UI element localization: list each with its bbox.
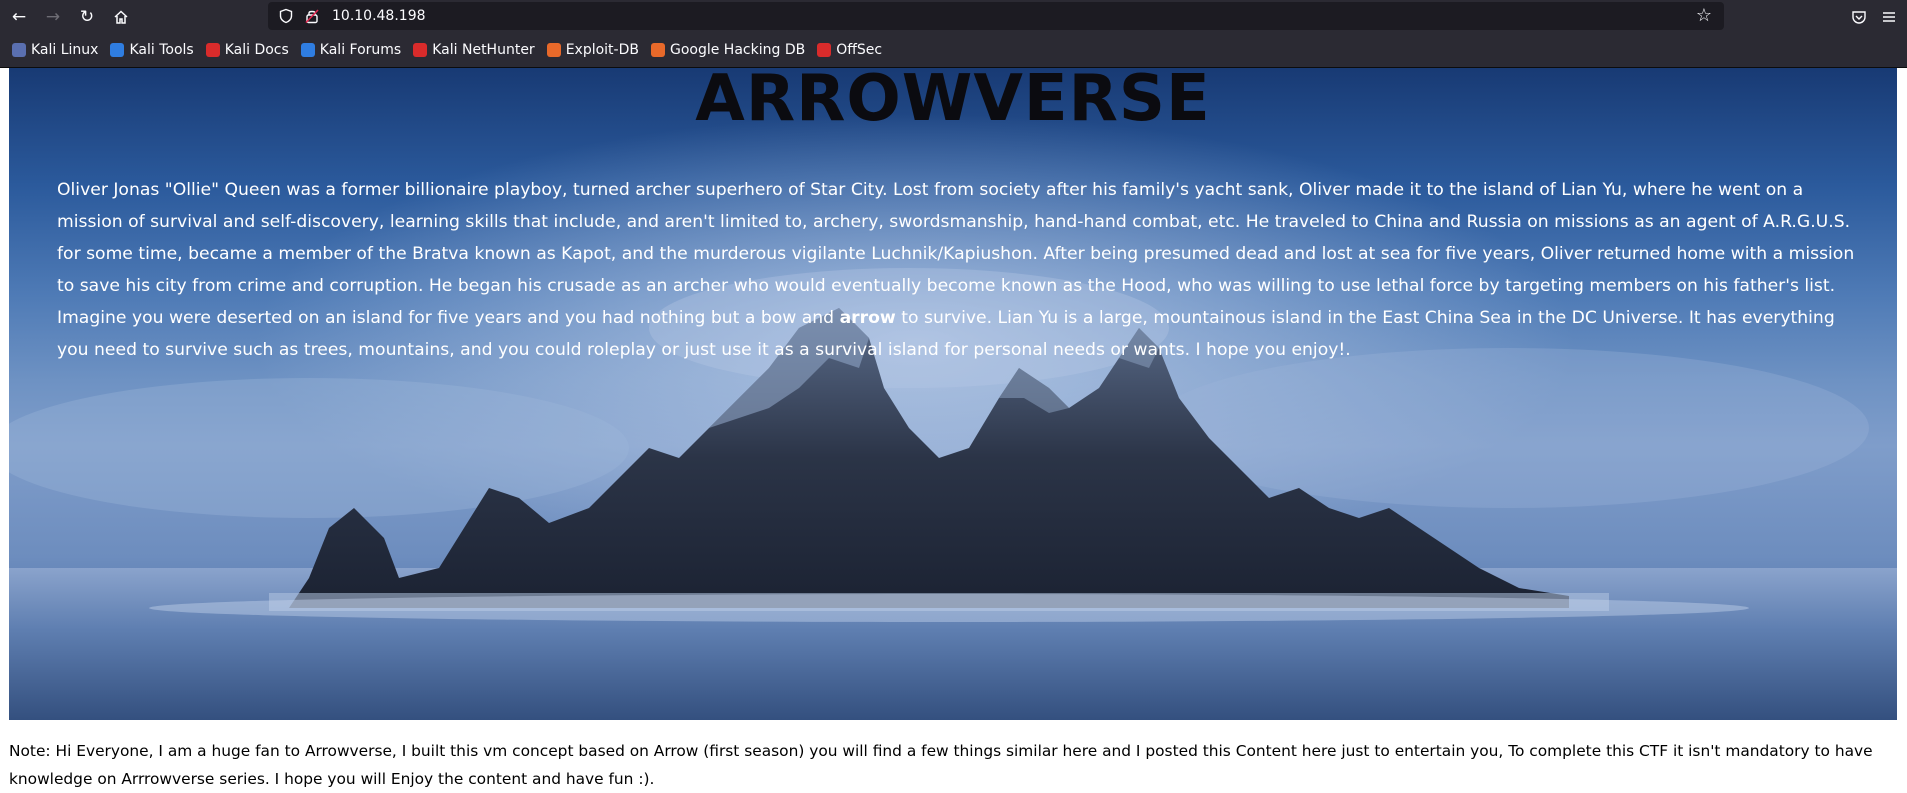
page-title: ARROWVERSE bbox=[695, 68, 1211, 136]
bookmark-star-icon[interactable]: ☆ bbox=[1696, 5, 1712, 26]
note-text: Note: Hi Everyone, I am a huge fan to Ar… bbox=[9, 742, 1873, 788]
arrow-right-icon: → bbox=[45, 6, 61, 27]
kali-docs-icon bbox=[205, 43, 220, 57]
arrow-left-icon: ← bbox=[11, 6, 27, 27]
intro-text-part-1: Oliver Jonas "Ollie" Queen was a former … bbox=[57, 180, 1855, 328]
bookmark-kali-docs[interactable]: Kali Docs bbox=[205, 42, 289, 58]
toolbar-right-icons bbox=[1851, 0, 1901, 33]
bookmark-kali-nethunter[interactable]: Kali NetHunter bbox=[413, 42, 535, 58]
kali-tools-icon bbox=[110, 43, 125, 57]
hero-section: ARROWVERSE Oliver Jonas "Ollie" Queen wa… bbox=[9, 68, 1897, 720]
intro-paragraph: Oliver Jonas "Ollie" Queen was a former … bbox=[57, 174, 1857, 366]
island-background-image bbox=[9, 68, 1897, 720]
kali-dragon-icon bbox=[12, 43, 26, 57]
url-text[interactable]: 10.10.48.198 bbox=[332, 8, 426, 24]
back-button[interactable]: ← bbox=[4, 2, 34, 32]
bookmark-kali-forums[interactable]: Kali Forums bbox=[300, 42, 401, 58]
intro-text-bold: arrow bbox=[839, 308, 896, 328]
reload-button[interactable]: ↻ bbox=[72, 2, 102, 32]
kali-forums-icon bbox=[300, 43, 315, 57]
reload-icon: ↻ bbox=[79, 6, 95, 27]
bookmark-google-hacking-db[interactable]: Google Hacking DB bbox=[650, 42, 805, 58]
home-icon bbox=[114, 9, 128, 24]
kali-nethunter-icon bbox=[413, 43, 428, 57]
home-button[interactable] bbox=[106, 2, 136, 32]
bookmark-kali-tools[interactable]: Kali Tools bbox=[110, 42, 194, 58]
forward-button[interactable]: → bbox=[38, 2, 68, 32]
pocket-icon[interactable] bbox=[1851, 9, 1867, 25]
bookmarks-bar: Kali Linux Kali Tools Kali Docs Kali For… bbox=[0, 33, 1907, 68]
ghdb-icon bbox=[650, 43, 665, 57]
shield-icon bbox=[279, 8, 293, 24]
lock-insecure-icon bbox=[305, 9, 319, 24]
offsec-icon bbox=[817, 43, 832, 57]
exploit-db-icon bbox=[546, 43, 561, 57]
bookmark-offsec[interactable]: OffSec bbox=[817, 42, 882, 58]
bookmark-kali-linux[interactable]: Kali Linux bbox=[12, 42, 98, 58]
url-bar[interactable]: 10.10.48.198 ☆ bbox=[268, 2, 1724, 30]
browser-toolbar: ← → ↻ 10.10.48.198 ☆ bbox=[0, 0, 1907, 33]
bookmark-exploit-db[interactable]: Exploit-DB bbox=[546, 42, 639, 58]
menu-icon[interactable] bbox=[1881, 9, 1897, 25]
